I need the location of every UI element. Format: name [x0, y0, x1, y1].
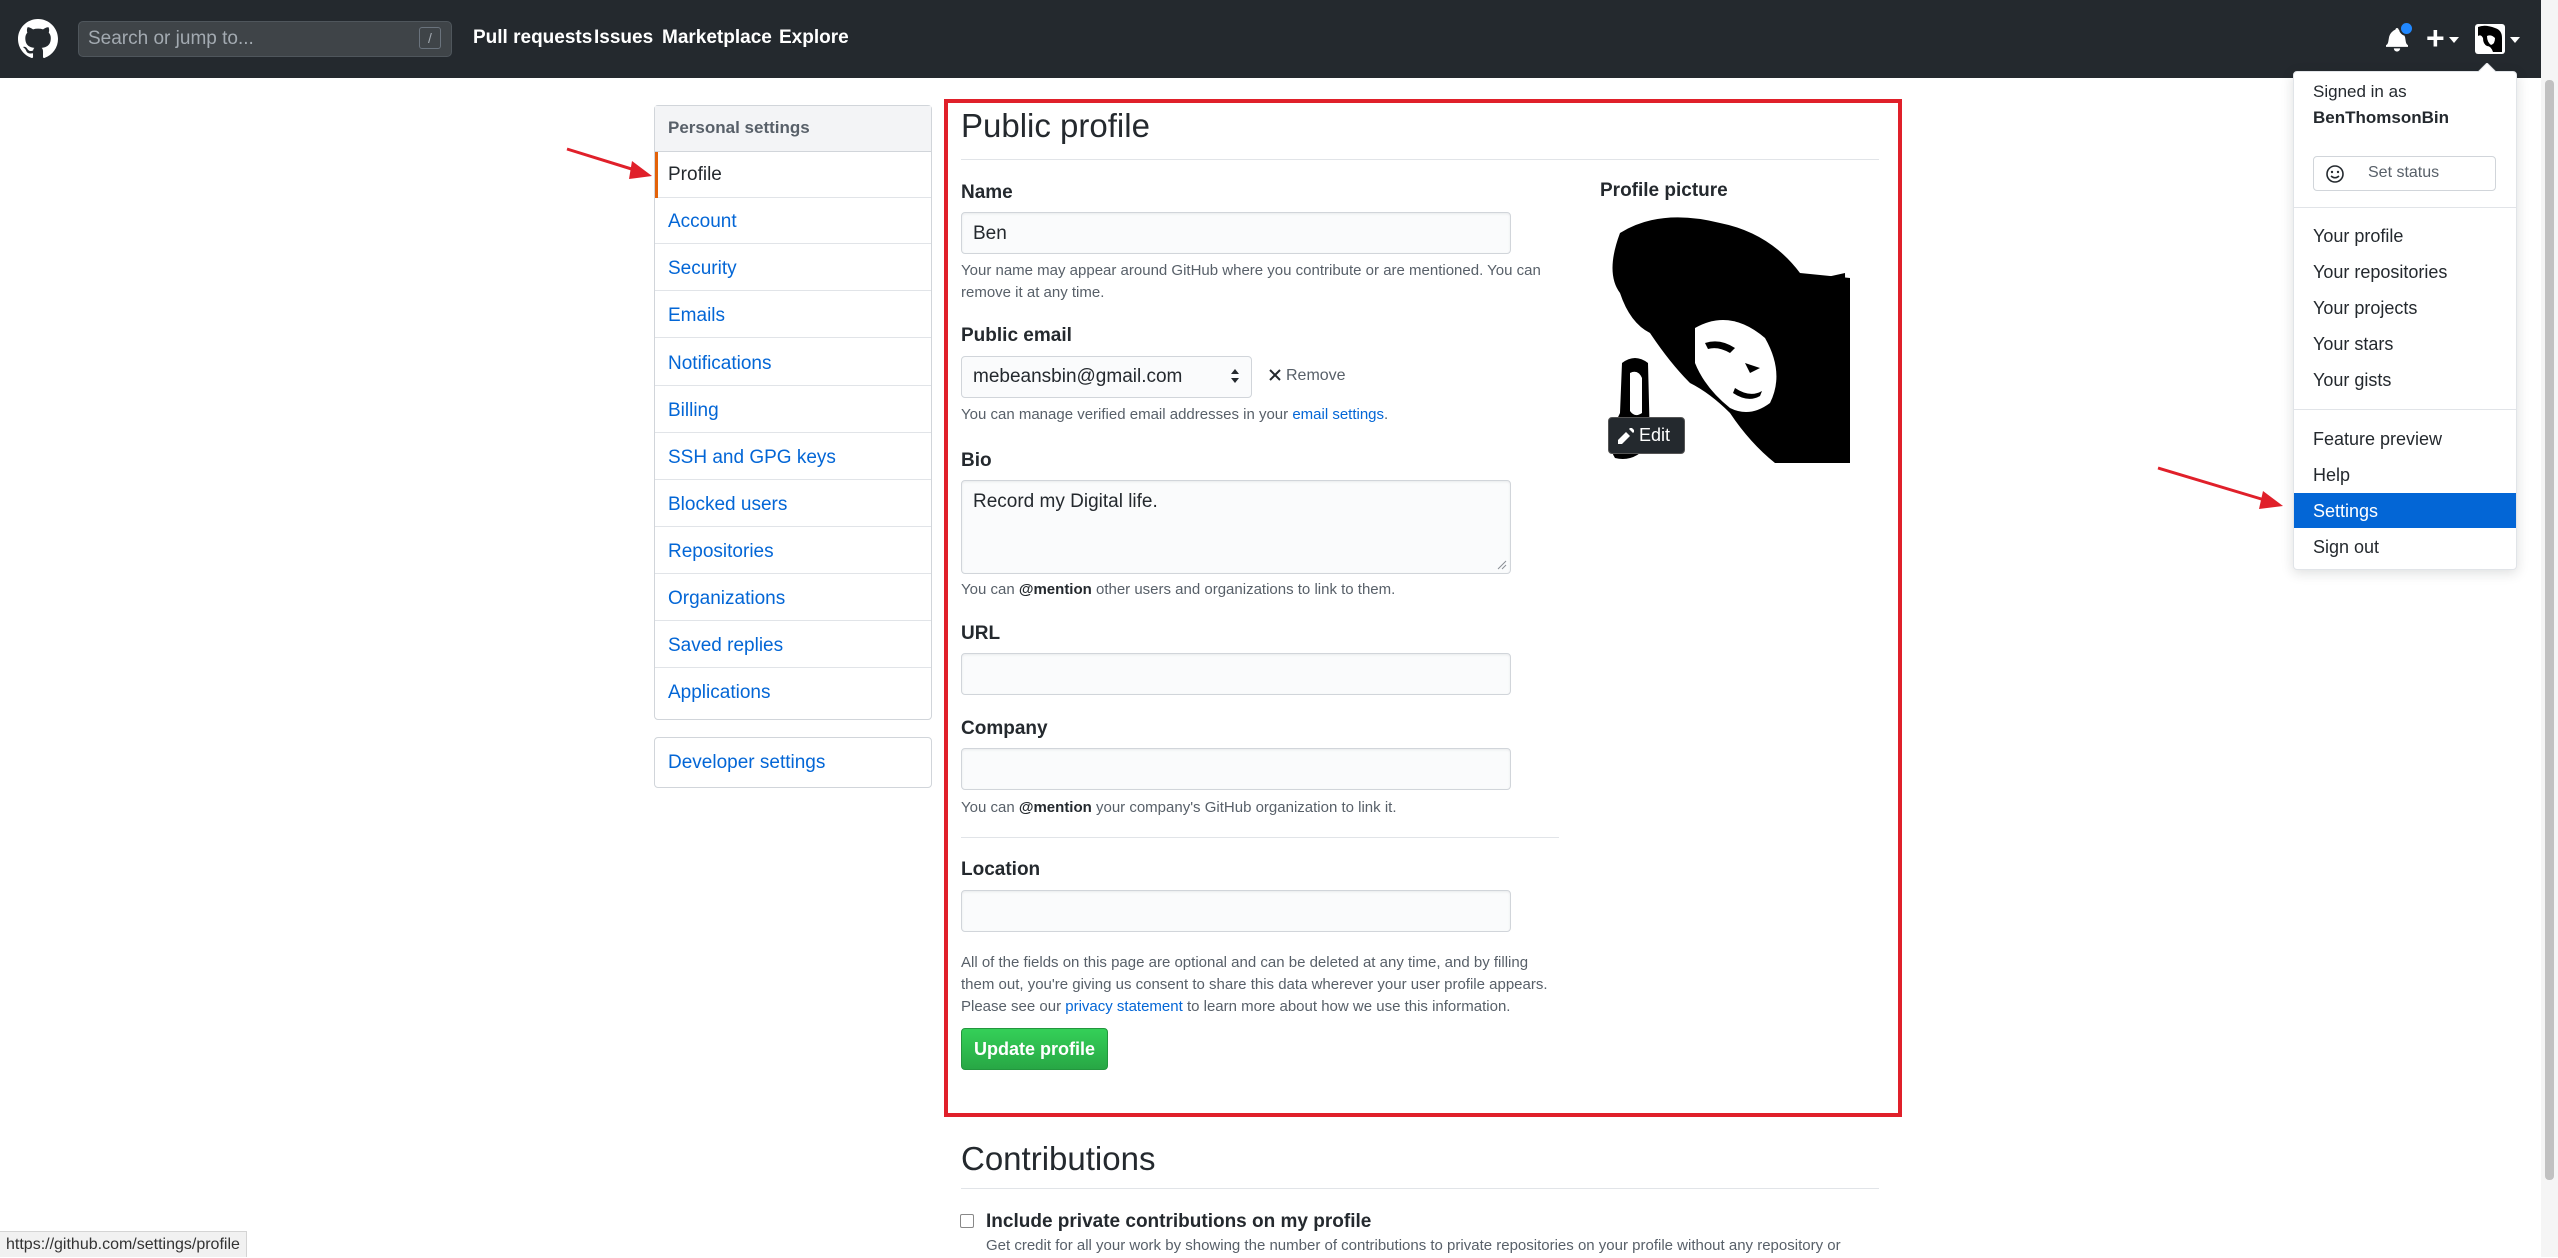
url-label: URL — [961, 623, 1001, 644]
name-label: Name — [961, 182, 1013, 203]
title-divider — [961, 159, 1879, 160]
github-logo-icon[interactable] — [18, 19, 58, 59]
set-status-label: Set status — [2368, 164, 2440, 181]
menu-feature-preview[interactable]: Feature preview — [2313, 429, 2442, 450]
search-shortcut-badge: / — [419, 27, 441, 49]
company-mention-text: @mention — [1018, 799, 1092, 816]
profile-picture-label: Profile picture — [1600, 180, 1728, 201]
nav-explore[interactable]: Explore — [779, 27, 849, 49]
avatar[interactable] — [2475, 24, 2505, 54]
sidebar-item-label[interactable]: Billing — [668, 400, 719, 422]
company-help-text: You can @mention your company's GitHub o… — [961, 797, 1397, 819]
update-profile-button[interactable]: Update profile — [961, 1028, 1108, 1070]
edit-button-label: Edit — [1639, 425, 1671, 445]
private-contributions-checkbox[interactable] — [960, 1214, 974, 1228]
menu-your-repositories[interactable]: Your repositories — [2313, 262, 2447, 283]
pencil-icon — [1618, 428, 1634, 444]
signed-in-as-label: Signed in as — [2313, 82, 2407, 101]
menu-your-profile[interactable]: Your profile — [2313, 226, 2403, 247]
menu-your-gists[interactable]: Your gists — [2313, 370, 2391, 391]
resize-handle-icon[interactable] — [1497, 560, 1507, 570]
menu-your-projects[interactable]: Your projects — [2313, 298, 2417, 319]
sidebar-item-label[interactable]: Organizations — [668, 588, 785, 610]
scrollbar-thumb[interactable] — [2545, 80, 2554, 1180]
close-icon[interactable] — [1268, 368, 1282, 382]
annotation-arrow-icon — [2157, 466, 2283, 509]
name-help-text: Your name may appear around GitHub where… — [961, 262, 1541, 301]
public-email-label: Public email — [961, 325, 1072, 346]
bio-help-text-post: other users and organizations to link to… — [1091, 581, 1396, 598]
private-contributions-help: Get credit for all your work by showing … — [986, 1237, 1841, 1254]
bio-label: Bio — [961, 450, 992, 471]
remove-email-link[interactable]: Remove — [1286, 367, 1346, 385]
sidebar-item-label[interactable]: Applications — [668, 682, 770, 704]
nav-marketplace[interactable]: Marketplace — [662, 27, 772, 49]
notification-indicator — [2399, 21, 2414, 36]
menu-settings[interactable]: Settings — [2313, 501, 2378, 522]
section-divider — [961, 837, 1559, 838]
bio-mention-text: @mention — [1018, 581, 1092, 598]
dropdown-divider — [2294, 409, 2516, 410]
name-value: Ben — [973, 223, 1007, 244]
nav-pull-requests[interactable]: Pull requests — [473, 27, 592, 49]
contributions-divider — [961, 1188, 1879, 1189]
search-placeholder: Search or jump to... — [88, 28, 254, 49]
contributions-title: Contributions — [961, 1140, 1156, 1177]
smiley-icon — [2326, 165, 2344, 183]
location-field[interactable] — [961, 890, 1511, 932]
sidebar-item-label[interactable]: Blocked users — [668, 494, 787, 516]
company-label: Company — [961, 718, 1048, 739]
sidebar-item-label[interactable]: Security — [668, 258, 737, 280]
page-title: Public profile — [961, 107, 1150, 144]
sidebar-item-label[interactable]: Emails — [668, 305, 725, 327]
company-field[interactable] — [961, 748, 1511, 790]
privacy-help-text-1: All of the fields on this page are optio… — [961, 954, 1548, 993]
company-help-text-pre: You can — [961, 799, 1019, 816]
company-help-text-post: your company's GitHub organization to li… — [1091, 799, 1397, 816]
select-arrows-icon — [1231, 369, 1239, 383]
bio-help-text: You can @mention other users and organiz… — [961, 579, 1395, 601]
url-field[interactable] — [961, 653, 1511, 695]
plus-icon[interactable]: + — [2426, 22, 2445, 54]
privacy-statement-link[interactable]: privacy statement — [1065, 998, 1183, 1015]
sidebar-item-label[interactable]: Account — [668, 211, 737, 233]
email-settings-link[interactable]: email settings — [1292, 406, 1384, 423]
menu-help[interactable]: Help — [2313, 465, 2350, 486]
privacy-help-text-2-pre: Please see our — [961, 998, 1066, 1015]
privacy-help-text: All of the fields on this page are optio… — [961, 952, 1561, 1018]
bio-value: Record my Digital life. — [973, 491, 1158, 512]
email-help-text-post: . — [1384, 406, 1389, 423]
email-help-text: You can manage verified email addresses … — [961, 404, 1388, 426]
avatar-caret-icon — [2510, 37, 2520, 43]
sidebar-item-label[interactable]: Notifications — [668, 353, 772, 375]
email-help-text-pre: You can manage verified email addresses … — [961, 406, 1293, 423]
username: BenThomsonBin — [2313, 108, 2449, 127]
sidebar-item-label: Profile — [668, 164, 722, 185]
sidebar-item-label[interactable]: SSH and GPG keys — [668, 447, 836, 469]
sidebar-item-label[interactable]: Saved replies — [668, 635, 783, 657]
dropdown-divider — [2294, 207, 2516, 208]
edit-picture-button[interactable]: Edit — [1608, 417, 1685, 454]
menu-sign-out[interactable]: Sign out — [2313, 537, 2379, 558]
nav-issues[interactable]: Issues — [594, 27, 653, 49]
bio-help-text-pre: You can — [961, 581, 1019, 598]
dropdown-caret-icon — [2478, 63, 2496, 72]
developer-settings-link[interactable]: Developer settings — [668, 752, 825, 774]
sidebar-heading: Personal settings — [668, 118, 810, 137]
public-email-value: mebeansbin@gmail.com — [973, 366, 1183, 387]
menu-your-stars[interactable]: Your stars — [2313, 334, 2393, 355]
private-contributions-label[interactable]: Include private contributions on my prof… — [986, 1211, 1371, 1233]
privacy-help-text-2-post: to learn more about how we use this info… — [1182, 998, 1511, 1015]
sidebar-item-label[interactable]: Repositories — [668, 541, 774, 563]
location-label: Location — [961, 859, 1041, 880]
name-field[interactable] — [961, 212, 1511, 254]
annotation-arrow-icon — [566, 147, 652, 179]
plus-caret-icon — [2449, 37, 2459, 43]
status-bar-url: https://github.com/settings/profile — [0, 1231, 247, 1257]
